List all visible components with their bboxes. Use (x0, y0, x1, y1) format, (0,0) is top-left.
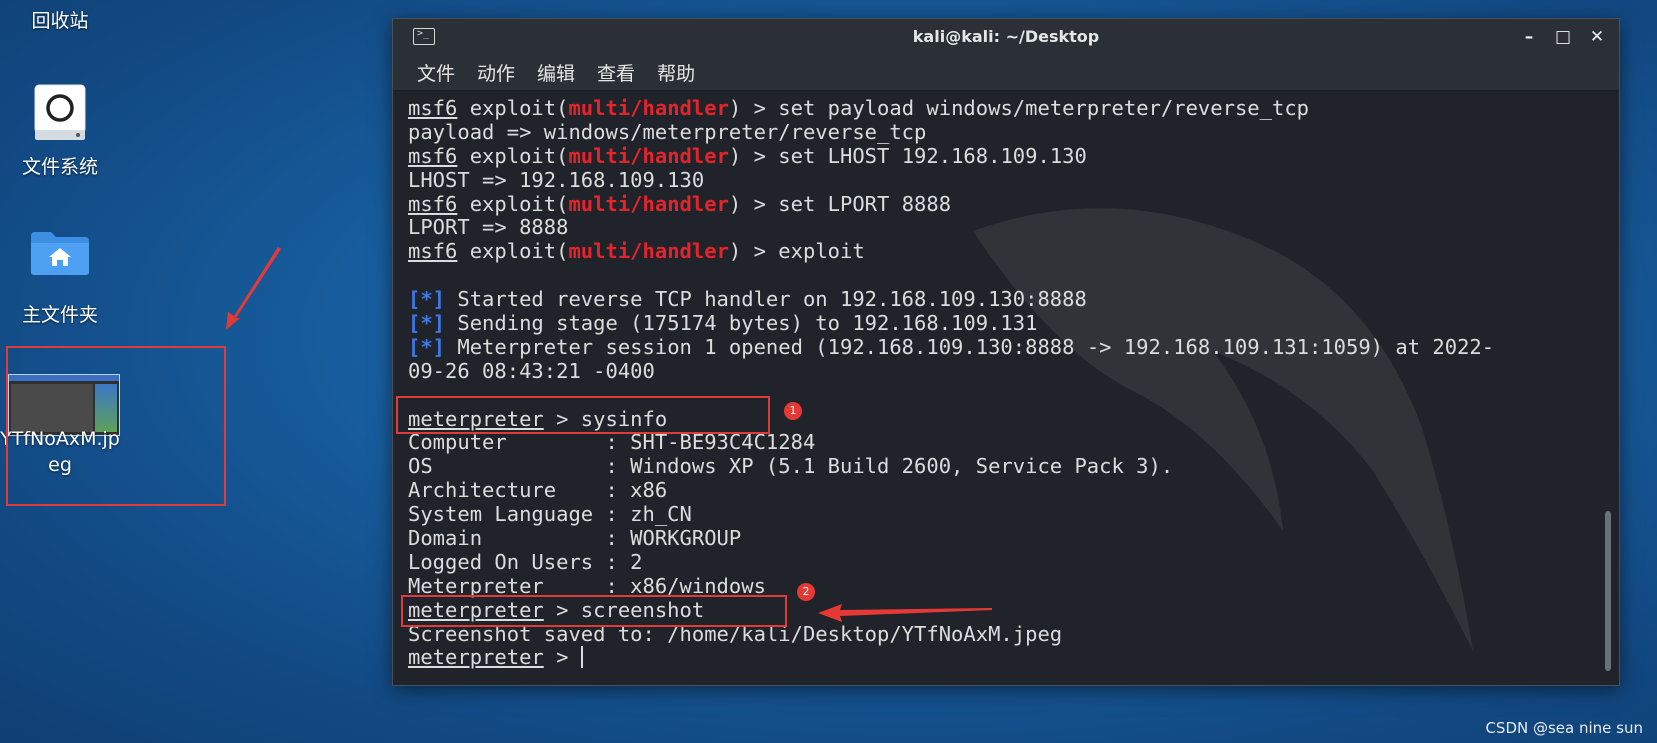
arrow-to-screenshot-icon (818, 604, 992, 622)
arrow-to-file-icon (226, 247, 281, 330)
watermark-text: CSDN @sea nine sun (1485, 719, 1643, 737)
annotation-arrows (226, 247, 992, 622)
